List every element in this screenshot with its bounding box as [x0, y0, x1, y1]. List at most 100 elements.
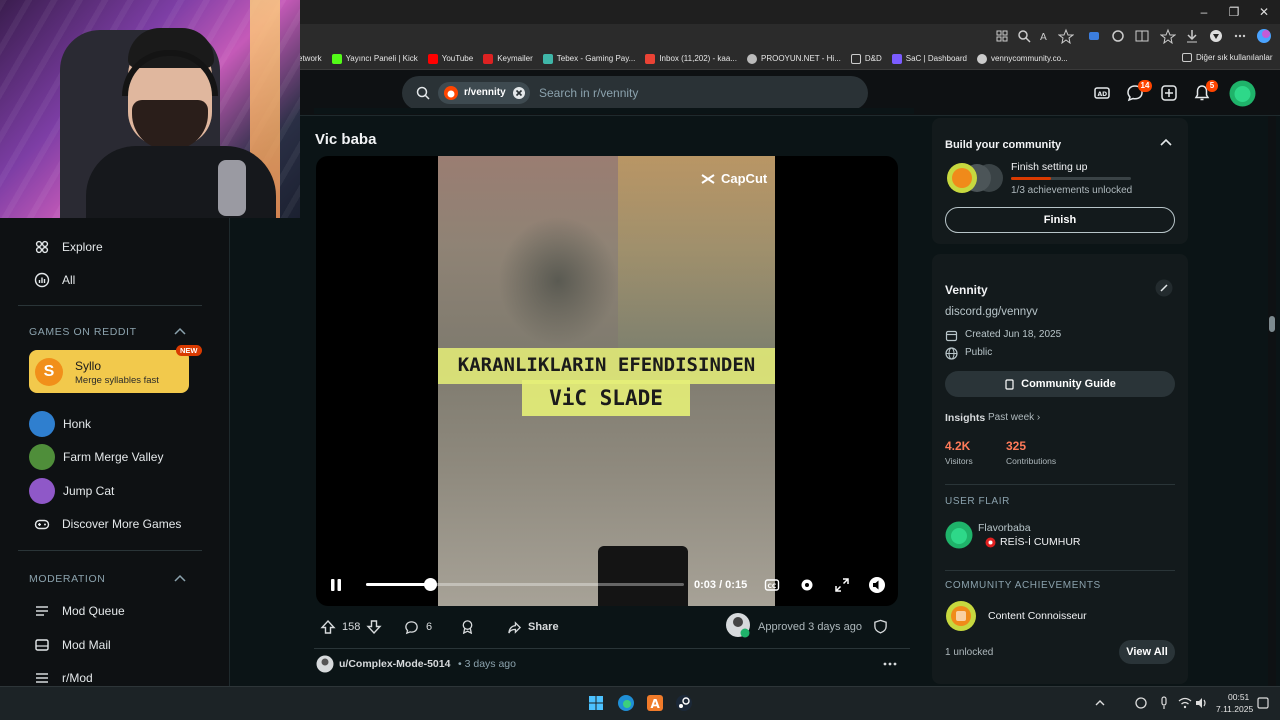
- clock-time[interactable]: 00:51: [1228, 692, 1249, 702]
- nav-all[interactable]: All: [34, 269, 75, 291]
- search-placeholder[interactable]: Search in r/vennity: [539, 86, 638, 100]
- next-post-avatar[interactable]: [316, 655, 334, 673]
- r-mod-label: r/Mod: [62, 671, 93, 685]
- community-link[interactable]: discord.gg/vennyv: [945, 306, 1038, 318]
- scrollbar-thumb[interactable]: [1269, 316, 1275, 332]
- finish-button[interactable]: Finish: [945, 207, 1175, 233]
- zoom-icon[interactable]: [1016, 28, 1032, 44]
- read-aloud-icon[interactable]: A: [1038, 28, 1054, 44]
- post-meta-cutoff: [314, 108, 914, 114]
- featured-game-card[interactable]: S Syllo Merge syllables fast: [29, 350, 189, 393]
- chevron-up-icon[interactable]: [1160, 137, 1172, 147]
- windows-start-icon[interactable]: [588, 695, 604, 711]
- create-post-icon[interactable]: [1160, 84, 1178, 102]
- next-post-author[interactable]: u/Complex-Mode-5014: [339, 658, 450, 670]
- games-section-title[interactable]: GAMES ON REDDIT: [29, 326, 137, 338]
- clear-chip-icon[interactable]: [512, 86, 526, 100]
- nav-explore-label: Explore: [62, 240, 103, 254]
- post-title[interactable]: Vic baba: [315, 131, 376, 148]
- pause-icon[interactable]: [328, 577, 344, 593]
- chevron-up-icon[interactable]: [174, 573, 186, 583]
- wifi-icon[interactable]: [1178, 696, 1192, 710]
- split-screen-icon[interactable]: [1134, 28, 1150, 44]
- edit-pencil-icon[interactable]: [1155, 279, 1173, 297]
- bookmark-network[interactable]: etwork: [298, 54, 322, 63]
- comments-button[interactable]: 6: [404, 616, 432, 638]
- webcam-overlay: [0, 0, 300, 218]
- clock-date[interactable]: 7.11.2025: [1216, 704, 1253, 714]
- game-honk[interactable]: Honk: [29, 411, 91, 437]
- setup-task: Finish setting up: [1011, 161, 1088, 173]
- game-jumpcat-label: Jump Cat: [63, 484, 115, 498]
- notification-center-icon[interactable]: [1256, 696, 1270, 710]
- sync-icon[interactable]: [1134, 696, 1148, 710]
- nav-mod-mail[interactable]: Mod Mail: [34, 634, 111, 656]
- overflow-menu-icon[interactable]: [882, 657, 898, 671]
- seek-handle[interactable]: [423, 578, 437, 591]
- nav-explore[interactable]: Explore: [34, 236, 103, 258]
- notification-badge: 5: [1206, 80, 1218, 92]
- chevron-up-icon[interactable]: [1094, 697, 1106, 709]
- game-farm-merge-valley[interactable]: Farm Merge Valley: [29, 444, 163, 470]
- award-icon[interactable]: [460, 619, 475, 634]
- nav-mod-queue[interactable]: Mod Queue: [34, 600, 125, 622]
- bookmark-gmail[interactable]: Inbox (11,202) - kaa...: [645, 53, 737, 64]
- downloads-icon[interactable]: [1184, 28, 1200, 44]
- kick-icon: [331, 53, 342, 64]
- flair-tag[interactable]: REİS-İ CUMHUR: [1000, 536, 1081, 548]
- vpn-icon[interactable]: [1208, 28, 1224, 44]
- microphone-icon[interactable]: [1158, 696, 1170, 710]
- close-window-button[interactable]: ✕: [1256, 4, 1272, 20]
- favorites-icon[interactable]: [1160, 28, 1176, 44]
- subreddit-avatar-icon: [444, 86, 458, 100]
- fullscreen-icon[interactable]: [834, 577, 850, 593]
- chevron-up-icon[interactable]: [174, 326, 186, 336]
- maximize-button[interactable]: ❐: [1226, 4, 1242, 20]
- more-menu-icon[interactable]: [1232, 28, 1248, 44]
- page-scrollbar[interactable]: [1268, 116, 1276, 686]
- grid-icon[interactable]: [994, 28, 1010, 44]
- bookmark-keymailer[interactable]: Keymailer: [483, 53, 533, 64]
- mod-shield-icon[interactable]: [873, 619, 888, 634]
- calendar-icon: [945, 330, 958, 342]
- video-player[interactable]: CapCut KARANLIKLARIN EFENDISINDEN ViC SL…: [316, 156, 898, 606]
- copilot-icon[interactable]: [1256, 28, 1272, 44]
- bookmark-sac[interactable]: SaC | Dashboard: [891, 53, 967, 64]
- sidebar-divider: [945, 570, 1175, 571]
- volume-icon[interactable]: [868, 576, 886, 594]
- app-a-icon[interactable]: A: [646, 694, 664, 712]
- community-guide-button[interactable]: Community Guide: [945, 371, 1175, 397]
- view-all-button[interactable]: View All: [1119, 640, 1175, 664]
- advertise-icon[interactable]: AD: [1093, 84, 1111, 102]
- subreddit-chip[interactable]: r/vennity: [438, 82, 530, 104]
- achievement-count: 1 unlocked: [945, 647, 994, 658]
- refresh-icon[interactable]: [1110, 28, 1126, 44]
- bookmark-youtube[interactable]: YouTube: [427, 53, 473, 64]
- other-favorites[interactable]: Diğer sık kullanılanlar: [1182, 53, 1272, 62]
- favorite-star-icon[interactable]: [1058, 28, 1074, 44]
- bookmark-dnd[interactable]: D&D: [850, 53, 882, 64]
- bookmark-kick[interactable]: Yayıncı Paneli | Kick: [331, 53, 418, 64]
- created-date: Created Jun 18, 2025: [965, 329, 1062, 340]
- user-avatar[interactable]: [1229, 80, 1256, 107]
- captions-icon[interactable]: CC: [764, 577, 780, 593]
- video-figure: [498, 216, 618, 346]
- discover-more-games[interactable]: Discover More Games: [34, 513, 181, 535]
- jump-cat-icon: [29, 478, 55, 504]
- minimize-button[interactable]: –: [1196, 4, 1212, 20]
- bookmark-tebex[interactable]: Tebex - Gaming Pay...: [542, 53, 635, 64]
- edge-browser-icon[interactable]: [617, 694, 635, 712]
- share-button[interactable]: Share: [507, 616, 559, 638]
- game-jump-cat[interactable]: Jump Cat: [29, 478, 114, 504]
- speaker-icon[interactable]: [1194, 696, 1208, 710]
- bookmark-venny[interactable]: vennycommunity.co...: [976, 53, 1068, 64]
- insights-period[interactable]: Past week ›: [988, 412, 1040, 423]
- moderation-section-title[interactable]: MODERATION: [29, 573, 105, 585]
- upvote-icon[interactable]: [320, 619, 336, 635]
- steam-icon[interactable]: [675, 694, 693, 712]
- extension-icon[interactable]: [1086, 28, 1102, 44]
- downvote-icon[interactable]: [366, 619, 382, 635]
- flair-emoji-icon: [985, 537, 996, 548]
- settings-gear-icon[interactable]: [799, 577, 815, 593]
- bookmark-prooyun[interactable]: PROOYUN.NET - Hi...: [747, 53, 841, 64]
